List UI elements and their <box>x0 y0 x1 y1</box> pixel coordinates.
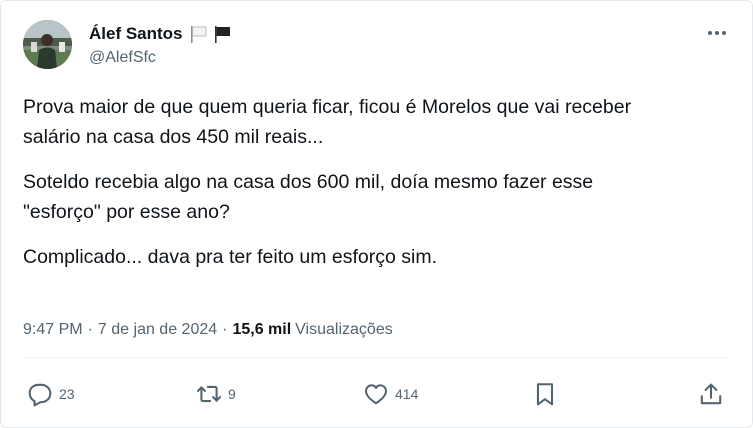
author-badges <box>189 24 233 44</box>
views-label: Visualizações <box>295 321 393 338</box>
views-count: 15,6 mil <box>232 321 292 338</box>
tweet-paragraph: Prova maior de que quem queria ficar, fi… <box>23 96 632 148</box>
meta-separator: · <box>222 321 228 338</box>
repost-icon <box>196 385 222 403</box>
avatar[interactable] <box>23 20 72 69</box>
avatar-photo <box>23 20 72 69</box>
repost-button[interactable]: 9 <box>196 381 236 407</box>
reply-icon <box>28 383 52 407</box>
share-button[interactable] <box>698 381 724 407</box>
more-icon <box>708 31 726 35</box>
post-date[interactable]: 7 de jan de 2024 <box>98 321 217 339</box>
tweet-text: Prova maior de que quem queria ficar, fi… <box>23 92 723 272</box>
meta-separator: · <box>87 321 93 338</box>
reply-button[interactable]: 23 <box>27 381 75 407</box>
black-flag-icon <box>214 26 230 43</box>
divider <box>23 357 730 358</box>
white-flag-icon <box>190 26 207 43</box>
author-handle[interactable]: @AlefSfc <box>89 49 156 67</box>
like-count: 414 <box>395 386 419 402</box>
bookmark-button[interactable] <box>532 381 558 407</box>
author-name-row: Álef Santos <box>89 23 233 45</box>
repost-count: 9 <box>228 386 236 402</box>
reply-count: 23 <box>59 386 75 402</box>
tweet-meta: 9:47 PM · 7 de jan de 2024 · 15,6 mil Vi… <box>23 321 393 339</box>
tweet-paragraph: Soteldo recebia algo na casa dos 600 mil… <box>23 171 594 223</box>
bookmark-icon <box>536 383 554 406</box>
tweet-card: Álef Santos @AlefSfc Prova maior de que … <box>0 0 753 428</box>
more-options-button[interactable] <box>706 26 728 40</box>
post-time[interactable]: 9:47 PM <box>23 321 83 339</box>
like-button[interactable]: 414 <box>363 381 418 407</box>
author-name[interactable]: Álef Santos <box>89 24 183 44</box>
share-icon <box>700 383 722 405</box>
like-icon <box>365 384 387 405</box>
tweet-paragraph: Complicado... dava pra ter feito um esfo… <box>23 246 438 268</box>
